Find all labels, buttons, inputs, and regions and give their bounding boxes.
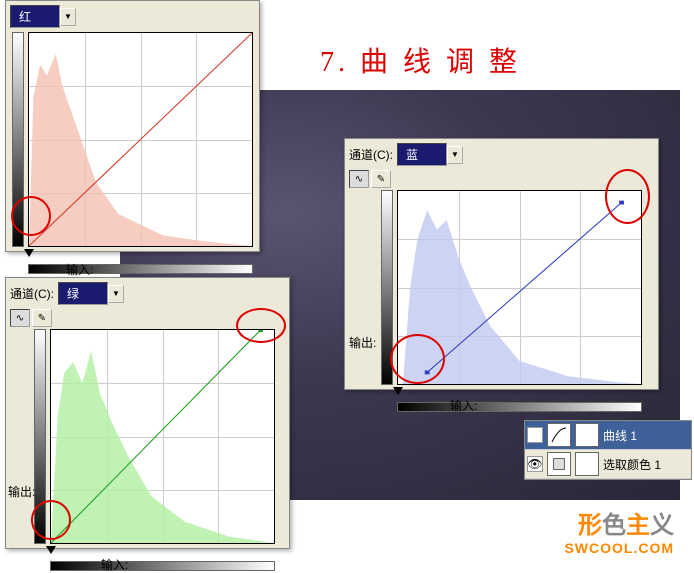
input-gradient — [28, 264, 253, 274]
watermark: 形色主义 SWCOOL.COM — [564, 505, 674, 556]
curve-line-red — [29, 33, 252, 246]
layer-thumb-selective — [547, 452, 571, 476]
curves-panel-green: 通道(C): 绿 ▼ ∿ ✎ 输出: 输入: — [5, 277, 290, 549]
input-label: 输入: — [450, 397, 477, 414]
watermark-text: 形色主义 — [564, 505, 674, 540]
layers-panel: 👁 曲线 1 👁 选取颜色 1 — [524, 420, 692, 480]
curve-line-blue — [398, 191, 641, 384]
layer-mask — [575, 452, 599, 476]
channel-label: 通道(C): — [349, 146, 393, 163]
output-gradient — [381, 190, 393, 385]
watermark-url: SWCOOL.COM — [564, 540, 674, 556]
channel-label: 通道(C): — [10, 285, 54, 302]
dropdown-icon[interactable]: ▼ — [108, 285, 124, 303]
layer-row-selective[interactable]: 👁 选取颜色 1 — [525, 450, 691, 479]
curve-grid-green[interactable] — [50, 329, 275, 544]
curve-tool-icon[interactable]: ∿ — [349, 170, 369, 188]
visibility-icon[interactable]: 👁 — [527, 427, 543, 443]
curves-panel-red: 红 ▼ 输入: — [5, 0, 260, 252]
curves-panel-blue: 通道(C): 蓝 ▼ ∿ ✎ 输出: 输 — [344, 138, 659, 390]
channel-select-blue[interactable]: 蓝 — [397, 143, 447, 166]
layer-row-curves[interactable]: 👁 曲线 1 — [525, 421, 691, 450]
layer-name: 曲线 1 — [603, 427, 637, 444]
pencil-tool-icon[interactable]: ✎ — [32, 309, 52, 327]
curve-grid-blue[interactable] — [397, 190, 642, 385]
dropdown-icon[interactable]: ▼ — [447, 146, 463, 164]
dropdown-icon[interactable]: ▼ — [60, 8, 76, 26]
layer-thumb-curves — [547, 423, 571, 447]
output-label: 输出: — [8, 483, 35, 500]
shadow-slider[interactable] — [24, 249, 34, 257]
visibility-icon[interactable]: 👁 — [527, 456, 543, 472]
curve-grid-red[interactable] — [28, 32, 253, 247]
output-label: 输出: — [349, 334, 376, 351]
shadow-slider[interactable] — [393, 387, 403, 395]
layer-mask — [575, 423, 599, 447]
input-gradient — [397, 402, 642, 412]
step-title: 7. 曲 线 调 整 — [320, 40, 521, 80]
output-gradient — [12, 32, 24, 247]
layer-name: 选取颜色 1 — [603, 456, 661, 473]
shadow-slider[interactable] — [46, 546, 56, 554]
channel-select-green[interactable]: 绿 — [58, 282, 108, 305]
curve-tool-icon[interactable]: ∿ — [10, 309, 30, 327]
pencil-tool-icon[interactable]: ✎ — [371, 170, 391, 188]
curve-line-green — [51, 330, 274, 543]
channel-select-red[interactable]: 红 — [10, 5, 60, 28]
input-label: 输入: — [66, 261, 93, 278]
output-gradient — [34, 329, 46, 544]
input-gradient — [50, 561, 275, 571]
input-label: 输入: — [101, 556, 128, 573]
